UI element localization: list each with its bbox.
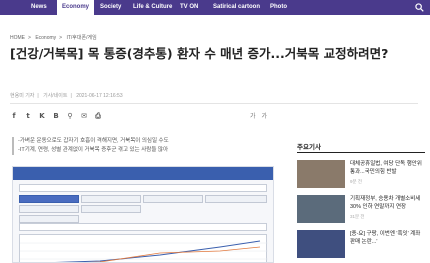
article-headline: [건강/거북목] 목 통증(경추통) 환자 수 매년 증가...거북목 교정하려…	[10, 46, 389, 61]
author-name: 현용미 기자	[10, 93, 35, 99]
article-image	[12, 166, 274, 263]
facebook-icon[interactable]: f	[10, 112, 18, 120]
summary-line: -IT기계, 연령, 성별 관계없이 거북목 증후군 겪고 있는 사람들 많아	[18, 147, 169, 153]
font-decrease-button[interactable]: 가	[262, 111, 268, 120]
summary-line: -가벼운 운동으로도 갑자기 호흡이 격해지면, 거북목이 의심일 수도	[18, 138, 169, 144]
image-tabs	[19, 195, 267, 223]
print-icon[interactable]: ⎙	[94, 112, 102, 120]
font-size-controls: 가 가	[250, 111, 267, 120]
publish-date: 2021-06-17 12:16:53	[76, 93, 123, 99]
image-search-row	[19, 184, 267, 192]
nav-item-news[interactable]: News	[31, 0, 47, 15]
news-title[interactable]: 기획재정부, 승용차 개별소비세 30% 인하 연말까지 연장	[350, 195, 426, 211]
search-icon[interactable]	[415, 3, 424, 12]
twitter-icon[interactable]: t	[24, 112, 32, 120]
email-icon[interactable]: ✉	[80, 112, 88, 120]
nav-item-photo[interactable]: Photo	[270, 0, 287, 15]
breadcrumb-section[interactable]: Economy	[35, 35, 56, 41]
image-app-header	[13, 167, 273, 180]
news-time: 9분 전	[350, 179, 363, 184]
nav-item-tv-on[interactable]: TV ON	[180, 0, 198, 15]
kakaotalk-icon[interactable]: K	[38, 112, 46, 120]
sidebar-news-item[interactable]: 기획재정부, 승용차 개별소비세 30% 인하 연말까지 연장 31분 전	[297, 195, 425, 223]
nav-item-life-culture[interactable]: Life & Culture	[133, 0, 172, 15]
news-time: 31분 전	[350, 214, 365, 219]
sidebar-news-item[interactable]: 대체공휴일법, 여당 단독 행안위 통과...국민의힘 반발 9분 전	[297, 160, 425, 188]
article-summary: -가벼운 운동으로도 갑자기 호흡이 격해지면, 거북목이 의심일 수도 -IT…	[12, 137, 262, 155]
breadcrumb: HOME > Economy > IT/후대폰/게임	[10, 35, 97, 41]
breadcrumb-home[interactable]: HOME	[10, 35, 25, 41]
nav-item-society[interactable]: Society	[100, 0, 121, 15]
image-filter-row	[19, 223, 267, 231]
sidebar-divider	[297, 152, 425, 153]
nav-item-satirical-cartoon[interactable]: Satirical cartoon	[213, 0, 260, 15]
band-icon[interactable]: B	[52, 112, 60, 120]
share-toolbar: f t K B ⚲ ✉ ⎙	[10, 110, 102, 122]
breadcrumb-subsection[interactable]: IT/후대폰/게임	[66, 35, 96, 41]
news-thumbnail[interactable]	[297, 160, 345, 188]
sidebar-news-item[interactable]: [종-요] 구팡, 이번엔 '흑잇' 계좌 판매 논란...'	[297, 230, 425, 258]
top-navigation: News Economy Society Life & Culture TV O…	[0, 0, 430, 15]
image-line-chart	[19, 234, 268, 262]
font-increase-button[interactable]: 가	[250, 111, 256, 120]
news-thumbnail[interactable]	[297, 195, 345, 223]
news-title[interactable]: 대체공휴일법, 여당 단독 행안위 통과...국민의힘 반발	[350, 160, 426, 176]
news-thumbnail[interactable]	[297, 230, 345, 258]
link-icon[interactable]: ⚲	[66, 112, 74, 120]
article-byline: 현용미 기자 | 기사/네이트 | 2021-06-17 12:16:53	[10, 93, 123, 99]
author-email[interactable]: 기사/네이트	[43, 93, 67, 99]
divider	[10, 103, 418, 104]
nav-item-economy[interactable]: Economy	[57, 0, 95, 15]
sidebar-heading: 주요기사	[297, 143, 321, 151]
news-title[interactable]: [종-요] 구팡, 이번엔 '흑잇' 계좌 판매 논란...'	[350, 230, 426, 246]
